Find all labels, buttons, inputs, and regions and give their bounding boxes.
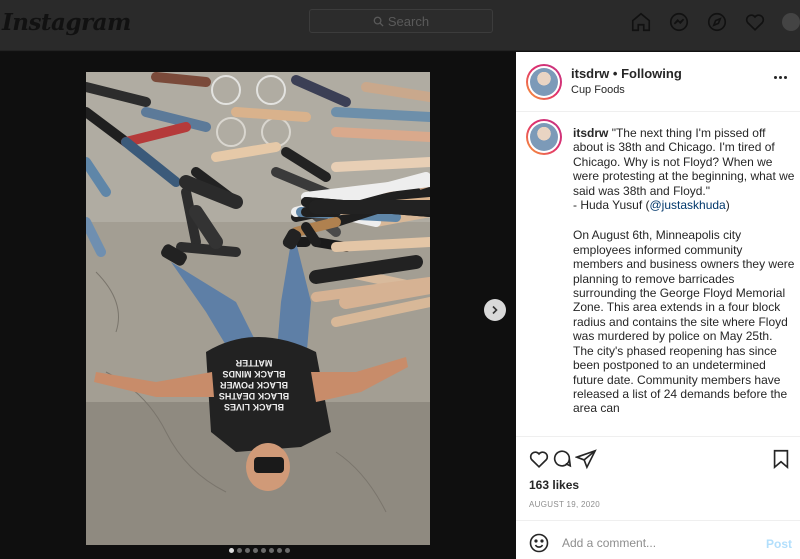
- post-photo[interactable]: BLACK LIVES BLACK DEATHS BLACK POWER BLA…: [86, 72, 430, 545]
- chevron-right-icon: [492, 305, 498, 315]
- likes-count[interactable]: 163 likes: [529, 478, 579, 492]
- caption-avatar[interactable]: [526, 119, 562, 155]
- instagram-logo[interactable]: Instagram: [2, 9, 131, 36]
- author-avatar[interactable]: [526, 64, 562, 100]
- carousel-dot: [277, 548, 282, 553]
- mention-link[interactable]: @justaskhuda: [650, 198, 726, 212]
- comment-icon[interactable]: [551, 448, 573, 470]
- shirt-text: BLACK DEATHS: [219, 391, 289, 401]
- caption-text: itsdrw "The next thing I'm pissed off ab…: [573, 126, 795, 416]
- post-side-panel: itsdrw • Following Cup Foods itsdrw "The…: [516, 52, 800, 559]
- carousel-dot: [229, 548, 234, 553]
- caption-username[interactable]: itsdrw: [573, 126, 608, 140]
- separator-dot: •: [612, 66, 618, 81]
- share-icon[interactable]: [574, 448, 597, 470]
- like-icon[interactable]: [528, 448, 550, 470]
- emoji-icon[interactable]: [529, 533, 549, 553]
- search-input[interactable]: Search: [309, 9, 493, 33]
- search-placeholder: Search: [387, 13, 430, 29]
- save-icon[interactable]: [770, 448, 792, 470]
- post-actions: [528, 448, 792, 472]
- heart-icon[interactable]: [744, 11, 766, 33]
- shirt-text: BLACK POWER: [220, 380, 288, 390]
- shirt-text: BLACK MINDS: [223, 369, 286, 379]
- carousel-next-button[interactable]: [484, 299, 506, 321]
- carousel-dot: [261, 548, 266, 553]
- caption-area[interactable]: itsdrw "The next thing I'm pissed off ab…: [516, 113, 800, 437]
- caption-attribution-end: ): [725, 198, 730, 213]
- carousel-dot: [253, 548, 258, 553]
- more-options-icon[interactable]: [774, 76, 787, 79]
- carousel-dot: [237, 548, 242, 553]
- avatar[interactable]: [782, 13, 800, 31]
- carousel-dot: [269, 548, 274, 553]
- carousel-dot: [285, 548, 290, 553]
- search-icon: [373, 16, 384, 27]
- caption-attribution: - Huda Yusuf (: [573, 198, 650, 213]
- protest-die-in-photo: BLACK LIVES BLACK DEATHS BLACK POWER BLA…: [86, 72, 430, 545]
- post-header: itsdrw • Following Cup Foods: [516, 52, 800, 112]
- comment-input[interactable]: [562, 533, 742, 553]
- home-icon[interactable]: [630, 11, 652, 33]
- post-date[interactable]: AUGUST 19, 2020: [529, 500, 600, 509]
- post-comment-button[interactable]: Post: [766, 537, 792, 551]
- shirt-text: BLACK LIVES: [224, 402, 284, 412]
- shirt-text: MATTER: [235, 358, 272, 368]
- author-username[interactable]: itsdrw: [571, 66, 609, 81]
- explore-icon[interactable]: [706, 11, 728, 33]
- comment-bar: Post: [516, 520, 800, 559]
- carousel-dot: [245, 548, 250, 553]
- carousel-dots: [229, 548, 290, 553]
- top-nav: Instagram Search: [0, 0, 800, 51]
- caption-body: On August 6th, Minneapolis city employee…: [573, 228, 795, 416]
- location-link[interactable]: Cup Foods: [571, 84, 625, 96]
- post-author-line: itsdrw • Following: [571, 66, 682, 81]
- messenger-icon[interactable]: [668, 11, 690, 33]
- following-button[interactable]: Following: [621, 66, 682, 81]
